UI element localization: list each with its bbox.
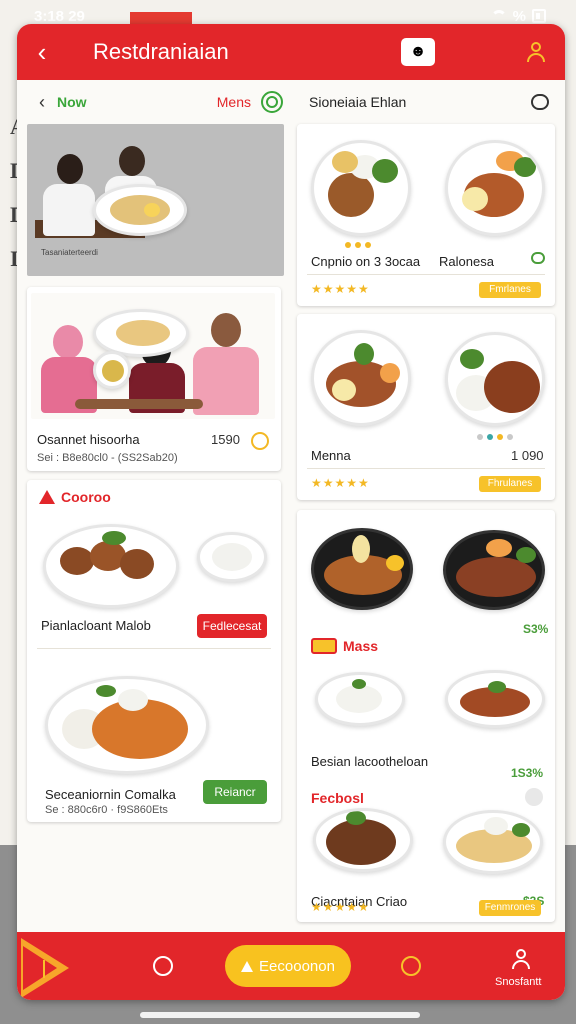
- food-plate: [93, 184, 187, 236]
- grilled-chicken-plate: [313, 808, 413, 872]
- divider: [307, 468, 545, 469]
- hero-caption: Tasaniaterteerdi: [41, 248, 98, 257]
- card2-price: 1 090: [511, 448, 544, 463]
- card1-item-right: Ralonesa: [439, 254, 494, 269]
- combo-section-title: Cooroo: [39, 489, 111, 505]
- status-time: 3:18 29: [34, 7, 85, 25]
- card3-section1: Mass: [311, 638, 378, 654]
- menu-card-3[interactable]: S3% Mass Besian lacootheloan 1S3% Fecbos…: [297, 510, 555, 922]
- status-bar: 3:18 29 %: [34, 6, 546, 26]
- location-ring-icon[interactable]: [261, 91, 283, 113]
- order-button[interactable]: Eecooonon: [225, 945, 351, 987]
- rice-dish-plate: [315, 672, 405, 726]
- sliced-beef-plate: [443, 530, 545, 610]
- menu-card-2[interactable]: Menna 1 090 ★★★★★ Fhrulanes: [297, 314, 555, 500]
- card3-item2: Besian lacootheloan: [311, 754, 429, 769]
- spaghetti-plate: [45, 676, 209, 774]
- card2-item: Menna: [311, 448, 351, 463]
- carousel-dots: [345, 242, 371, 248]
- bottom-nav-bar: Eecooonon Snosfantt: [17, 932, 565, 1000]
- card2-button[interactable]: Fhrulanes: [479, 476, 541, 492]
- family-dining-card[interactable]: Osannet hisoorha 1590 Sei : B8e80cl0 - (…: [27, 287, 281, 471]
- family-photo: [31, 293, 275, 419]
- combo-item2-meta: Se : 880c6r0 · f9S860Ets: [45, 804, 168, 816]
- app-bar: ‹ Restdraniaian ☻: [17, 24, 565, 80]
- chat-bubble-icon[interactable]: [531, 252, 545, 264]
- card3-price1: S3%: [523, 622, 549, 636]
- order-button-label: Eecooonon: [259, 957, 335, 975]
- user-account-icon[interactable]: [525, 41, 547, 63]
- info-icon[interactable]: [251, 432, 269, 450]
- restaurant-logo-icon: ☻: [401, 38, 435, 66]
- divider: [37, 648, 271, 649]
- chevron-left-icon[interactable]: ‹: [27, 92, 57, 113]
- combo-item1-button[interactable]: Fedlecesat: [197, 614, 267, 638]
- combo-item2-name: Seceaniornin Comalka: [45, 787, 176, 802]
- menus-tab[interactable]: Mens: [217, 94, 251, 110]
- carousel-dots: [477, 434, 513, 440]
- card3-section2-label: Fecbosl: [311, 790, 364, 806]
- wifi-icon: [490, 10, 507, 22]
- family-card-name: Osannet hisoorha: [37, 432, 140, 447]
- app-window: ‹ Restdraniaian ☻ ‹ Now Mens Sioneiaia E…: [17, 24, 565, 1000]
- side-dish-plate: [93, 351, 131, 389]
- card3-button[interactable]: Fenmrones: [479, 900, 541, 916]
- card3-rating: ★★★★★: [311, 900, 370, 914]
- fried-chicken-plate: [43, 524, 179, 608]
- card3-section1-label: Mass: [343, 638, 379, 654]
- bell-icon: [241, 960, 254, 972]
- beef-stirfry-plate: [445, 670, 545, 728]
- rice-curry-plate: [445, 332, 545, 426]
- family-card-price: 1590: [211, 432, 240, 447]
- warning-icon: [311, 638, 337, 654]
- food-plate: [93, 309, 189, 357]
- play-icon-bar: [43, 960, 45, 978]
- profile-nav-icon[interactable]: [510, 948, 532, 970]
- now-tab[interactable]: Now: [57, 94, 87, 110]
- heart-nav-icon[interactable]: [401, 956, 421, 976]
- profile-nav-label: Snosfantt: [495, 976, 542, 988]
- card1-button[interactable]: Fmrlanes: [479, 282, 541, 298]
- combo-item1-name: Pianlacloant Malob: [41, 618, 151, 633]
- app-title: Restdraniaian: [93, 39, 229, 64]
- play-icon-inner: [23, 946, 57, 990]
- card3-section2: Fecbosl: [311, 790, 364, 806]
- chat-nav-icon[interactable]: [153, 956, 173, 976]
- hero-photo: Tasaniaterteerdi: [27, 124, 284, 276]
- card3-price2: 1S3%: [511, 766, 544, 780]
- satay-plate: [311, 528, 413, 610]
- combo-section-card: Cooroo Pianlacloant Malob Fedlecesat Sec…: [27, 480, 281, 822]
- grilled-meat-plate: [311, 140, 411, 236]
- home-indicator[interactable]: [140, 1012, 420, 1018]
- table: [75, 399, 203, 409]
- combo-section-label: Cooroo: [61, 489, 111, 505]
- card1-item-left: Cnpnio on 3 3ocaa: [311, 254, 421, 269]
- back-button[interactable]: ‹: [17, 37, 67, 68]
- card2-rating: ★★★★★: [311, 476, 370, 490]
- card1-rating: ★★★★★: [311, 282, 370, 296]
- family-card-meta: Sei : B8e80cl0 - (SS2Sab20): [37, 452, 178, 464]
- left-panel-header: ‹ Now Mens: [27, 86, 283, 118]
- warning-icon: [39, 490, 55, 504]
- sausage-egg-plate: [445, 140, 545, 236]
- person-woman: [39, 154, 99, 244]
- share-icon[interactable]: [525, 788, 543, 806]
- status-signal: %: [512, 7, 526, 25]
- potato-salad-plate: [443, 810, 543, 874]
- rice-plate: [197, 532, 267, 582]
- menu-card-1[interactable]: Cnpnio on 3 3ocaa Ralonesa ★★★★★ Fmrlane…: [297, 124, 555, 306]
- chat-icon[interactable]: [531, 94, 549, 110]
- battery-icon: [532, 9, 546, 23]
- right-panel-header: Sioneiaia Ehlan: [309, 86, 555, 118]
- meatball-egg-plate: [311, 330, 411, 426]
- divider: [307, 274, 545, 275]
- right-panel-title: Sioneiaia Ehlan: [309, 94, 407, 110]
- combo-item2-button[interactable]: Reiancr: [203, 780, 267, 804]
